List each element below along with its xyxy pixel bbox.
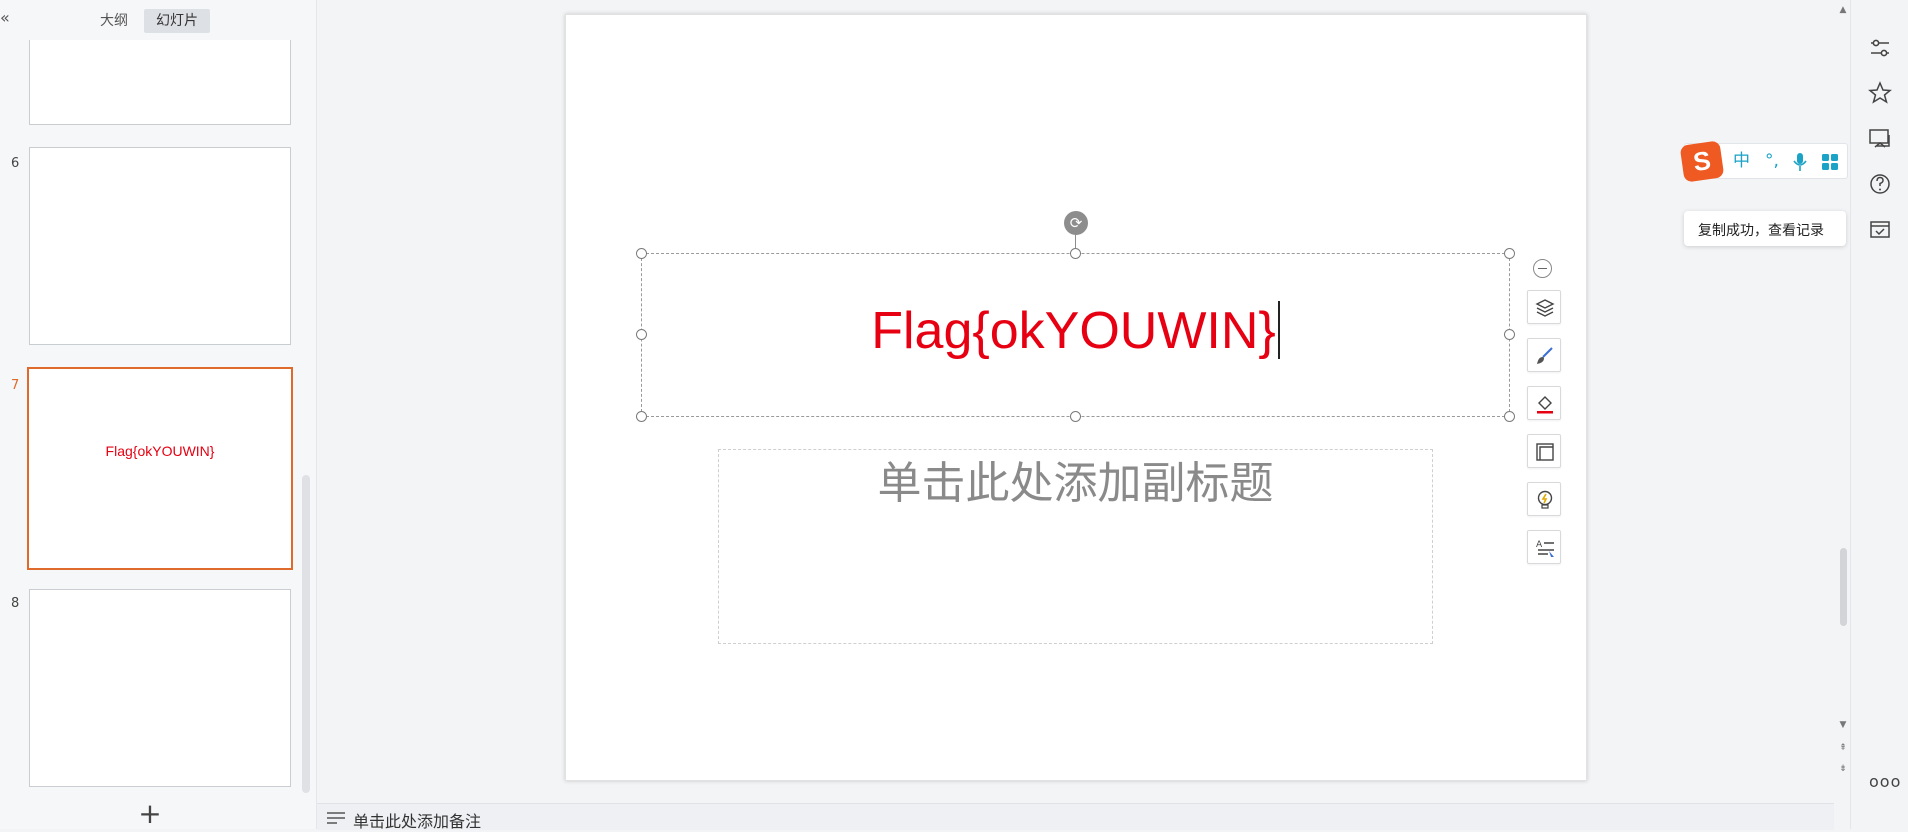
scroll-down-arrow[interactable]: ▼ bbox=[1837, 719, 1849, 731]
text-cursor bbox=[1277, 301, 1280, 359]
bulb-icon bbox=[1537, 490, 1553, 509]
collapse-toolbar-button[interactable] bbox=[1533, 259, 1552, 278]
sogou-logo-icon[interactable]: S bbox=[1679, 140, 1725, 183]
slide-thumbnail[interactable] bbox=[29, 147, 291, 345]
slide-thumbnail[interactable] bbox=[29, 40, 291, 125]
tab-slides[interactable]: 幻灯片 bbox=[144, 9, 210, 33]
fill-button[interactable] bbox=[1527, 386, 1561, 420]
more-icon[interactable]: ooo bbox=[1869, 772, 1901, 791]
toast-message[interactable]: 复制成功，查看记录 bbox=[1698, 220, 1824, 240]
title-text: Flag{okYOUWIN} bbox=[871, 302, 1276, 360]
title-textbox[interactable]: Flag{okYOUWIN} bbox=[641, 253, 1510, 417]
fill-icon bbox=[1537, 396, 1553, 414]
prev-slide-arrow[interactable]: ⇞ bbox=[1837, 742, 1849, 754]
scrollbar-thumb[interactable] bbox=[1840, 548, 1847, 626]
smart-bulb-button[interactable] bbox=[1527, 482, 1561, 516]
slides-panel: « 大纲 幻灯片 6 7 Flag{okYOUWIN} 8 + bbox=[0, 0, 317, 829]
resize-handle-ne[interactable] bbox=[1504, 248, 1515, 259]
tab-outline[interactable]: 大纲 bbox=[88, 9, 140, 33]
panel-scrollbar[interactable] bbox=[302, 475, 310, 793]
resize-handle-se[interactable] bbox=[1504, 411, 1515, 422]
resize-handle-s[interactable] bbox=[1070, 411, 1081, 422]
svg-text:A: A bbox=[1536, 540, 1543, 550]
microphone-icon[interactable] bbox=[1793, 152, 1807, 172]
text-effect-button[interactable]: A bbox=[1527, 530, 1561, 564]
ime-punct-toggle[interactable]: °, bbox=[1765, 150, 1779, 172]
notes-icon bbox=[327, 812, 345, 824]
copy-success-toast[interactable]: 复制成功，查看记录 bbox=[1684, 211, 1846, 246]
subtitle-placeholder: 单击此处添加副标题 bbox=[877, 458, 1274, 509]
sliders-icon[interactable] bbox=[1867, 35, 1893, 61]
resize-handle-w[interactable] bbox=[636, 329, 647, 340]
next-slide-arrow[interactable]: ⇟ bbox=[1837, 763, 1849, 775]
slideshow-icon[interactable] bbox=[1867, 126, 1893, 152]
star-icon[interactable] bbox=[1867, 80, 1893, 106]
layers-icon bbox=[1535, 299, 1555, 317]
slide-thumbnail-selected[interactable]: Flag{okYOUWIN} bbox=[27, 367, 293, 570]
resize-handle-sw[interactable] bbox=[636, 411, 647, 422]
apps-grid-icon[interactable] bbox=[1821, 153, 1839, 171]
slide-thumbnail-list: 6 7 Flag{okYOUWIN} 8 bbox=[0, 40, 316, 795]
vertical-scrollbar[interactable] bbox=[1836, 0, 1850, 803]
slide-number: 6 bbox=[11, 156, 20, 171]
title-text-line: Flag{okYOUWIN} bbox=[642, 301, 1509, 361]
resize-handle-nw[interactable] bbox=[636, 248, 647, 259]
slide-number: 8 bbox=[11, 596, 20, 611]
brush-icon bbox=[1537, 347, 1553, 364]
slide-thumbnail-title: Flag{okYOUWIN} bbox=[105, 443, 215, 459]
ime-toolbar[interactable]: S 中 °, bbox=[1679, 140, 1848, 183]
layers-button[interactable] bbox=[1527, 290, 1561, 324]
resize-handle-e[interactable] bbox=[1504, 329, 1515, 340]
rotate-handle[interactable]: ⟳ bbox=[1064, 211, 1088, 235]
text-effect-icon: A bbox=[1536, 540, 1554, 557]
right-sidebar: ooo bbox=[1850, 0, 1908, 829]
resize-handle-n[interactable] bbox=[1070, 248, 1081, 259]
help-icon[interactable] bbox=[1867, 171, 1893, 197]
slide-thumbnail[interactable] bbox=[29, 589, 291, 787]
ime-mode-toggle[interactable]: 中 bbox=[1733, 150, 1750, 172]
frame-icon bbox=[1536, 443, 1554, 461]
frame-button[interactable] bbox=[1527, 434, 1561, 468]
add-slide-button[interactable]: + bbox=[136, 800, 164, 828]
notes-placeholder[interactable]: 单击此处添加备注 bbox=[353, 808, 481, 832]
subtitle-textbox[interactable]: 单击此处添加副标题 bbox=[718, 449, 1433, 644]
scroll-up-arrow[interactable]: ▲ bbox=[1837, 4, 1849, 16]
collapse-panel-icon[interactable]: « bbox=[0, 7, 14, 29]
archive-icon[interactable] bbox=[1867, 216, 1893, 242]
notes-bar[interactable]: 单击此处添加备注 bbox=[317, 803, 1834, 832]
slide-number: 7 bbox=[11, 378, 20, 393]
brush-button[interactable] bbox=[1527, 338, 1561, 372]
